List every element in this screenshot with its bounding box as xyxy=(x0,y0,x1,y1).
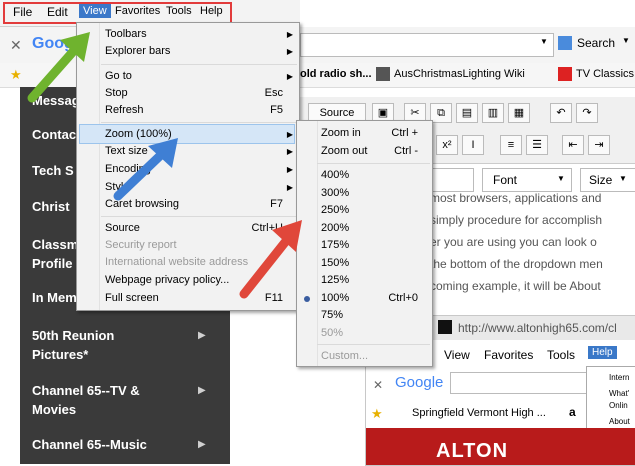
blue-arrow-icon xyxy=(113,138,178,201)
annotation-arrows xyxy=(27,32,302,299)
red-arrow-icon xyxy=(239,220,302,299)
green-arrow-icon xyxy=(27,32,90,103)
